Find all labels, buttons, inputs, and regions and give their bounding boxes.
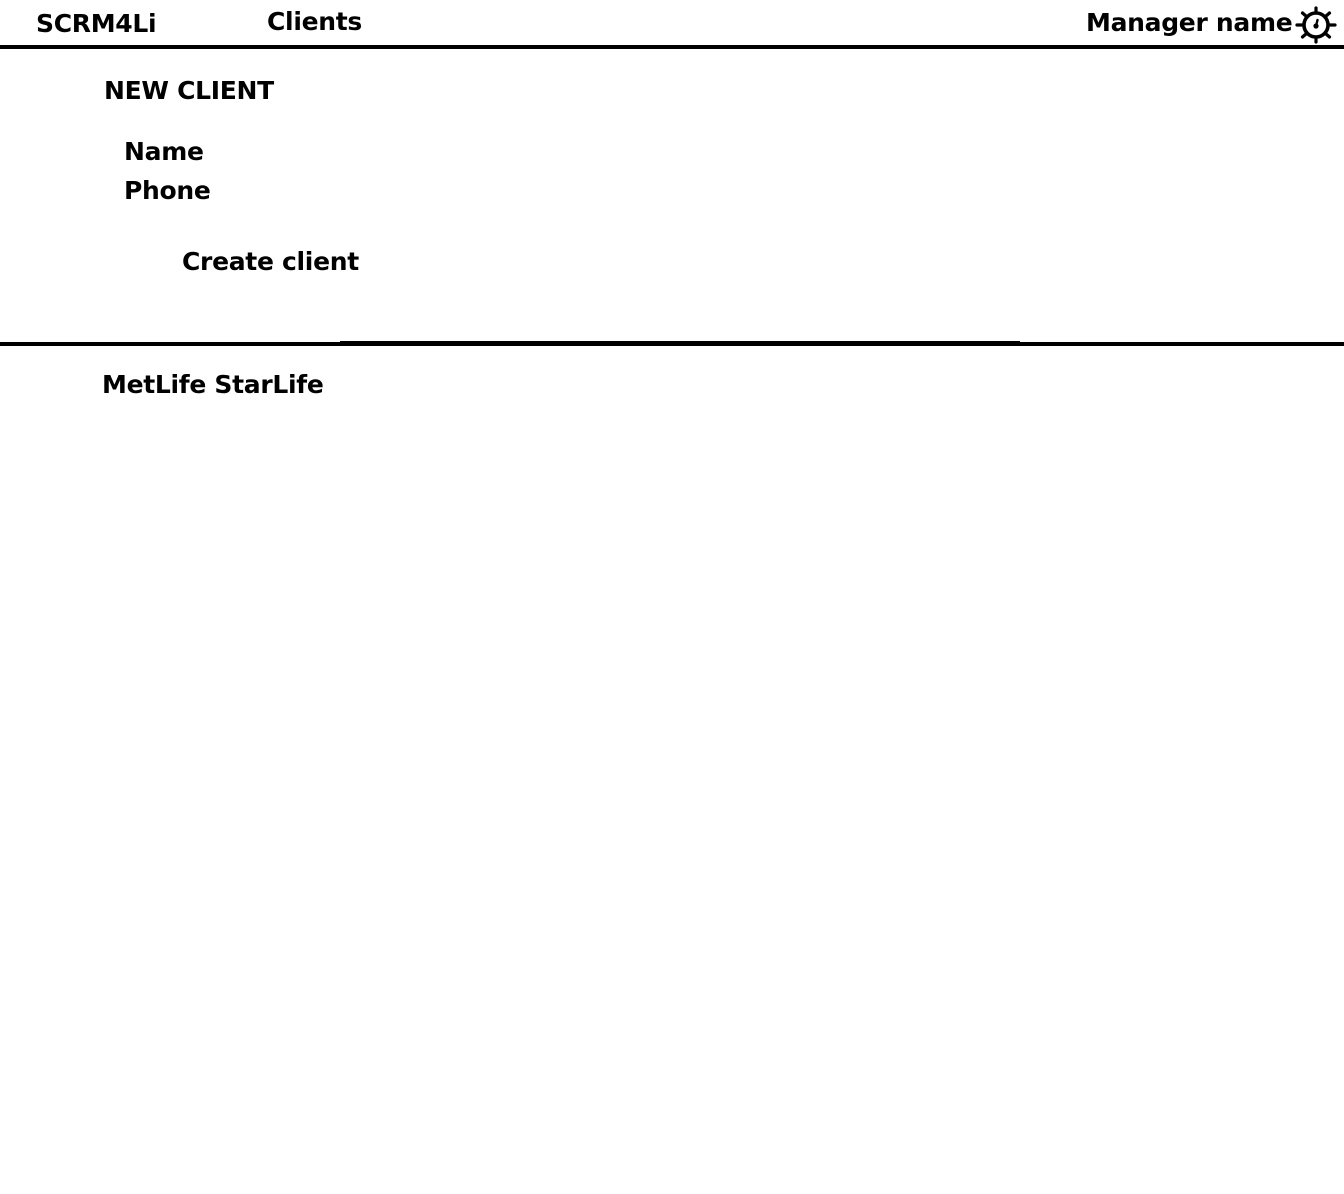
header-divider bbox=[0, 45, 1344, 49]
client-list-item[interactable]: MetLife StarLife bbox=[102, 372, 324, 397]
form-title: NEW CLIENT bbox=[104, 76, 274, 105]
create-client-button[interactable]: Create client bbox=[178, 245, 363, 278]
name-field-label: Name bbox=[124, 137, 204, 166]
gear-icon[interactable] bbox=[1294, 6, 1338, 44]
manager-name[interactable]: Manager name bbox=[1086, 10, 1293, 35]
nav-clients-link[interactable]: Clients bbox=[267, 9, 362, 34]
phone-field-label: Phone bbox=[124, 176, 211, 205]
section-divider-accent bbox=[340, 341, 1020, 346]
app-title[interactable]: SCRM4Li bbox=[36, 11, 157, 36]
